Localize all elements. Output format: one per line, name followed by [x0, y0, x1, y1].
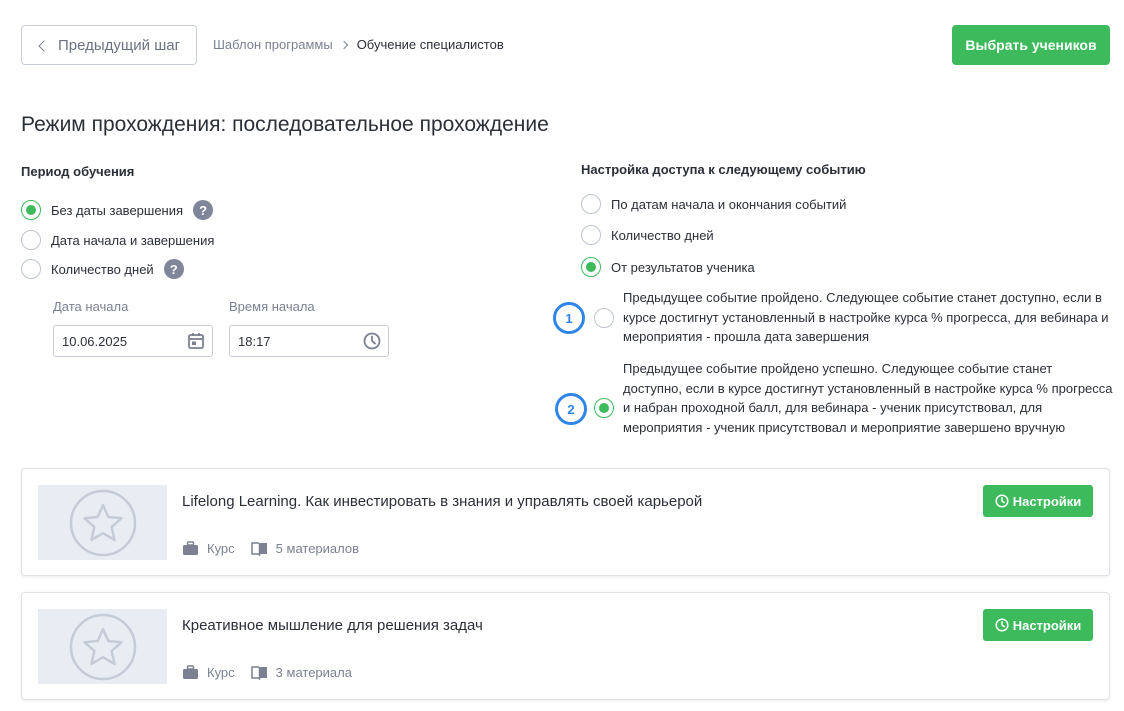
breadcrumb: Шаблон программы Обучение специалистов [213, 37, 504, 52]
radio-label: От результатов ученика [611, 259, 755, 275]
radio-button[interactable] [581, 194, 601, 214]
period-option-days-count[interactable]: Количество дней ? [21, 259, 184, 279]
radio-button[interactable] [21, 259, 41, 279]
event-materials-count: 5 материалов [275, 541, 360, 556]
access-option-by-results[interactable]: От результатов ученика [581, 257, 755, 277]
event-meta: Курс 3 материала [182, 665, 352, 680]
previous-step-label: Предыдущий шаг [58, 36, 181, 54]
access-option-days-count[interactable]: Количество дней [581, 225, 714, 245]
event-type: Курс [207, 665, 235, 680]
sub-option-radio-passed-successfully[interactable] [594, 398, 614, 418]
radio-label: Дата начала и завершения [51, 232, 215, 248]
start-date-field[interactable]: 10.06.2025 [53, 325, 213, 357]
star-icon [69, 613, 136, 680]
book-icon [250, 542, 267, 556]
briefcase-icon [183, 541, 198, 555]
event-thumbnail [38, 485, 167, 560]
event-card[interactable]: Креативное мышление для решения задач Ку… [21, 592, 1110, 700]
help-icon[interactable]: ? [163, 259, 184, 279]
start-time-value: 18:17 [238, 333, 271, 349]
settings-label: Настройки [1012, 617, 1082, 633]
step-marker-badge: 1 [553, 302, 585, 334]
radio-button[interactable] [581, 225, 601, 245]
period-section-label: Период обучения [21, 164, 135, 179]
event-materials-count: 3 материала [275, 665, 352, 680]
radio-label: По датам начала и окончания событий [611, 196, 847, 212]
previous-step-button[interactable]: Предыдущий шаг [21, 25, 197, 65]
access-option-by-dates[interactable]: По датам начала и окончания событий [581, 194, 846, 214]
settings-label: Настройки [1012, 493, 1082, 509]
breadcrumb-current: Обучение специалистов [356, 37, 504, 52]
event-settings-button[interactable]: Настройки [983, 609, 1093, 641]
event-settings-button[interactable]: Настройки [983, 485, 1093, 517]
radio-label: Без даты завершения [51, 202, 184, 218]
start-date-label: Дата начала [53, 299, 129, 314]
period-option-start-end-date[interactable]: Дата начала и завершения [21, 230, 214, 250]
chevron-right-icon [339, 40, 348, 49]
clock-icon [995, 494, 1009, 508]
sub-option-text-passed: Предыдущее событие пройдено. Следующее с… [623, 290, 1109, 344]
help-icon[interactable]: ? [193, 200, 214, 220]
calendar-icon[interactable] [186, 331, 206, 351]
event-card[interactable]: Lifelong Learning. Как инвестировать в з… [21, 468, 1110, 576]
start-time-field[interactable]: 18:17 [229, 325, 389, 357]
event-title[interactable]: Креативное мышление для решения задач [182, 617, 483, 634]
sub-option-radio-passed[interactable] [594, 308, 614, 328]
page-title: Режим прохождения: последовательное прох… [21, 113, 549, 136]
book-icon [250, 666, 267, 680]
briefcase-icon [183, 665, 198, 679]
radio-label: Количество дней [611, 227, 714, 243]
select-students-button[interactable]: Выбрать учеников [952, 25, 1110, 65]
event-title[interactable]: Lifelong Learning. Как инвестировать в з… [182, 493, 702, 510]
access-section-label: Настройка доступа к следующему событию [581, 162, 866, 177]
start-date-value: 10.06.2025 [62, 333, 128, 349]
radio-button[interactable] [21, 200, 41, 220]
star-icon [69, 489, 136, 556]
start-time-label: Время начала [229, 299, 315, 314]
step-marker-badge: 2 [555, 393, 587, 425]
event-meta: Курс 5 материалов [182, 541, 359, 556]
clock-icon[interactable] [362, 331, 382, 351]
event-type: Курс [207, 541, 235, 556]
radio-button[interactable] [581, 257, 601, 277]
radio-label: Количество дней [51, 261, 154, 277]
period-option-no-end-date[interactable]: Без даты завершения ? [21, 200, 214, 220]
clock-icon [995, 618, 1009, 632]
radio-button[interactable] [21, 230, 41, 250]
breadcrumb-parent-link[interactable]: Шаблон программы [213, 37, 333, 52]
chevron-left-icon [38, 39, 50, 52]
event-thumbnail [38, 609, 167, 684]
sub-option-text-passed-successfully: Предыдущее событие пройдено успешно. Сле… [623, 361, 1113, 435]
